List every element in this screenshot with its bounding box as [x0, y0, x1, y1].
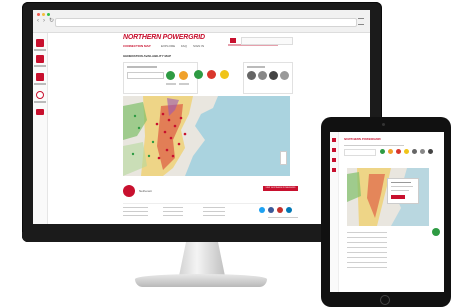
nav-link-sign-in[interactable]: SIGN IN [193, 44, 204, 48]
location-dropdown[interactable] [127, 72, 164, 79]
tablet-brand-logo[interactable]: NORTHERN POWERGRID [344, 137, 381, 141]
popup-line [391, 182, 411, 183]
browser-toolbar: ‹ › ↻ [33, 10, 370, 33]
footer-links-col-1[interactable] [123, 207, 148, 219]
sidebar-label [34, 65, 46, 67]
filter-heading [127, 66, 157, 68]
legend-heading [247, 66, 265, 68]
toggle-circle-1[interactable] [166, 71, 175, 80]
twitter-icon[interactable] [259, 207, 265, 213]
address-bar[interactable] [55, 18, 357, 27]
footer-logo-label: Netheneti [139, 189, 152, 193]
monitor-stand-neck [179, 242, 225, 276]
message-icon[interactable] [332, 168, 336, 172]
tablet-toggle-circle[interactable] [420, 149, 425, 154]
popup-button[interactable] [391, 195, 405, 199]
user-icon[interactable] [230, 38, 236, 43]
tablet-location-dropdown[interactable] [344, 149, 376, 156]
availability-map[interactable] [123, 96, 290, 176]
copyright-line [268, 217, 298, 218]
toggle-circle-6[interactable] [247, 71, 256, 80]
home-icon[interactable] [36, 39, 44, 47]
sidebar-label [34, 83, 46, 85]
zoom-controls[interactable] [280, 151, 287, 165]
page-title: GENERATION AVAILABILITY MAP [123, 54, 172, 58]
tablet-toggle-circle[interactable] [396, 149, 401, 154]
nav-link-explore[interactable]: EXPLORE [161, 44, 175, 48]
brand-logo[interactable]: NORTHERN POWERGRID [123, 34, 205, 41]
tablet-camera [382, 123, 385, 126]
toggle-circle-4[interactable] [207, 70, 216, 79]
sidebar-label [34, 101, 46, 103]
toggle-circle-3[interactable] [194, 70, 203, 79]
tablet-availability-map[interactable] [347, 168, 429, 226]
tablet-sidebar [330, 132, 339, 292]
minimize-window-dot[interactable] [42, 13, 45, 16]
help-icon[interactable] [36, 91, 44, 99]
tablet-toggle-circle[interactable] [380, 149, 385, 154]
tablet-chat-icon[interactable] [432, 228, 440, 236]
sidebar-label [34, 49, 46, 51]
tablet-toggle-circle[interactable] [412, 149, 417, 154]
facebook-icon[interactable] [268, 207, 274, 213]
message-icon[interactable] [36, 109, 44, 115]
back-icon[interactable]: ‹ [37, 18, 41, 24]
nav-link-faq[interactable]: FAQ [181, 44, 187, 48]
youtube-icon[interactable] [277, 207, 283, 213]
toggle-circle-5[interactable] [220, 70, 229, 79]
linkedin-icon[interactable] [286, 207, 292, 213]
search-input[interactable] [241, 37, 293, 45]
legend-panel [243, 62, 293, 94]
cta-button[interactable]: VISIT NORTHERN POWERGRID [263, 186, 298, 191]
map-graphic [123, 96, 218, 176]
grid-icon[interactable] [332, 148, 336, 152]
toggle-circle-7[interactable] [258, 71, 267, 80]
tablet-nav-line [344, 145, 404, 146]
tablet-toggle-circle[interactable] [428, 149, 433, 154]
toggle-circle-8[interactable] [269, 71, 278, 80]
home-icon[interactable] [332, 138, 336, 142]
filter-panel [123, 62, 198, 94]
popup-line [391, 186, 413, 187]
close-window-dot[interactable] [37, 13, 40, 16]
footer-links-col-3[interactable] [203, 207, 225, 219]
browser-menu-icon[interactable] [358, 18, 364, 25]
toggle-circle-9[interactable] [280, 71, 289, 80]
tablet-footer-links[interactable] [347, 232, 387, 272]
forward-icon[interactable]: › [43, 18, 47, 24]
footer-links-col-2[interactable] [163, 207, 183, 219]
toggle-label [166, 83, 176, 85]
nav-link-connection-map[interactable]: CONNECTION MAP [123, 44, 151, 48]
monitor-stand-base [135, 274, 267, 287]
tablet-home-button[interactable] [380, 295, 390, 305]
map-icon[interactable] [36, 73, 44, 81]
maximize-window-dot[interactable] [47, 13, 50, 16]
reload-icon[interactable]: ↻ [49, 18, 54, 24]
tablet-toggle-circle[interactable] [404, 149, 409, 154]
footer-divider [123, 203, 293, 204]
desktop-screen: ‹ › ↻ NORTHERN POWERGRID CONNECTION MAP … [33, 10, 370, 224]
toggle-circle-2[interactable] [179, 71, 188, 80]
map-icon[interactable] [332, 158, 336, 162]
site-sidebar [33, 33, 48, 224]
grid-icon[interactable] [36, 55, 44, 63]
tablet-toggle-circle[interactable] [388, 149, 393, 154]
footer-logo-icon [123, 185, 135, 197]
toggle-label [179, 83, 189, 85]
popup-line [391, 190, 409, 191]
map-popup [387, 178, 419, 204]
